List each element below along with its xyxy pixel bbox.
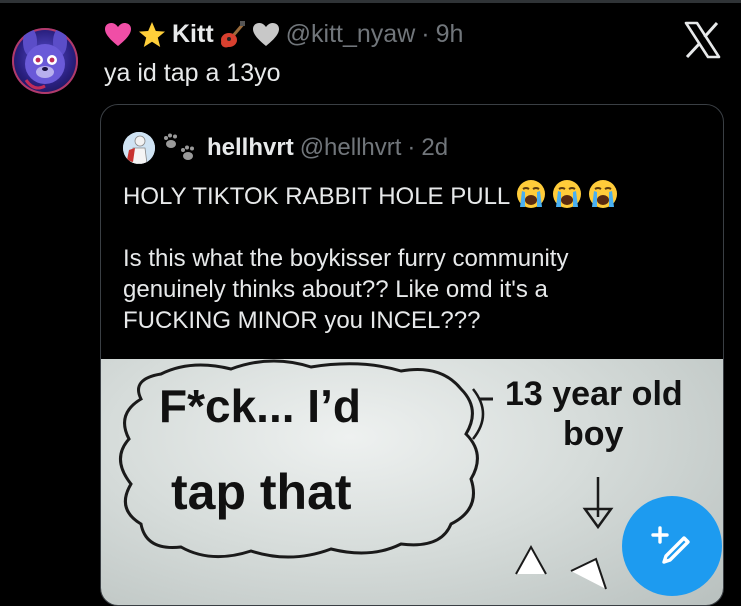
tweet-header: Kitt @kitt_nyaw · 9h [104, 20, 463, 49]
character-avatar-icon [123, 132, 155, 164]
quoted-tweet-text: HOLY TIKTOK RABBIT HOLE PULL Is this wha… [123, 179, 713, 336]
speech-bubble-line-1: F*ck... I’d [159, 380, 361, 432]
post-time[interactable]: 9h [436, 20, 464, 49]
author-display-name[interactable]: Kitt [172, 20, 214, 49]
quoted-separator-dot: · [407, 134, 416, 161]
compose-post-icon [651, 526, 690, 564]
quoted-author-handle[interactable]: @hellhvrt [300, 134, 402, 162]
author-handle[interactable]: @kitt_nyaw [286, 20, 416, 49]
pink-heart-icon [105, 22, 131, 46]
separator-dot: · [421, 20, 430, 48]
loudly-crying-face-icon [517, 180, 546, 208]
quoted-post-time[interactable]: 2d [421, 134, 448, 162]
loudly-crying-face-icon [589, 180, 618, 208]
loudly-crying-face-icon [553, 180, 582, 208]
glowing-star-icon [139, 21, 165, 47]
quoted-tweet-header: hellhvrt @hellhvrt · 2d [123, 132, 448, 164]
quoted-author-avatar[interactable] [123, 132, 155, 164]
author-avatar[interactable] [12, 28, 78, 94]
quoted-line-1-text: HOLY TIKTOK RABBIT HOLE PULL [123, 183, 511, 210]
paw-prints-icon [164, 133, 194, 160]
quoted-line-4: FUCKING MINOR you INCEL??? [123, 307, 481, 334]
quoted-author-display-name[interactable]: hellhvrt [207, 134, 294, 162]
quoted-line-2: Is this what the boykisser furry communi… [123, 245, 569, 272]
tweet-text: ya id tap a 13yo [104, 59, 281, 87]
quoted-line-1: HOLY TIKTOK RABBIT HOLE PULL [123, 179, 713, 212]
x-logo-icon [684, 21, 721, 59]
quoted-line-3: genuinely thinks about?? Like omd it's a [123, 276, 548, 303]
top-divider [0, 0, 741, 3]
close-button[interactable] [682, 20, 722, 60]
label-line-2: boy [563, 415, 624, 453]
compose-post-button[interactable] [622, 496, 722, 596]
white-heart-icon [252, 22, 279, 46]
label-line-1: 13 year old [505, 375, 683, 413]
purple-bunny-avatar-icon [23, 28, 67, 90]
guitar-icon [220, 20, 245, 47]
speech-bubble-line-2: tap that [171, 464, 352, 520]
